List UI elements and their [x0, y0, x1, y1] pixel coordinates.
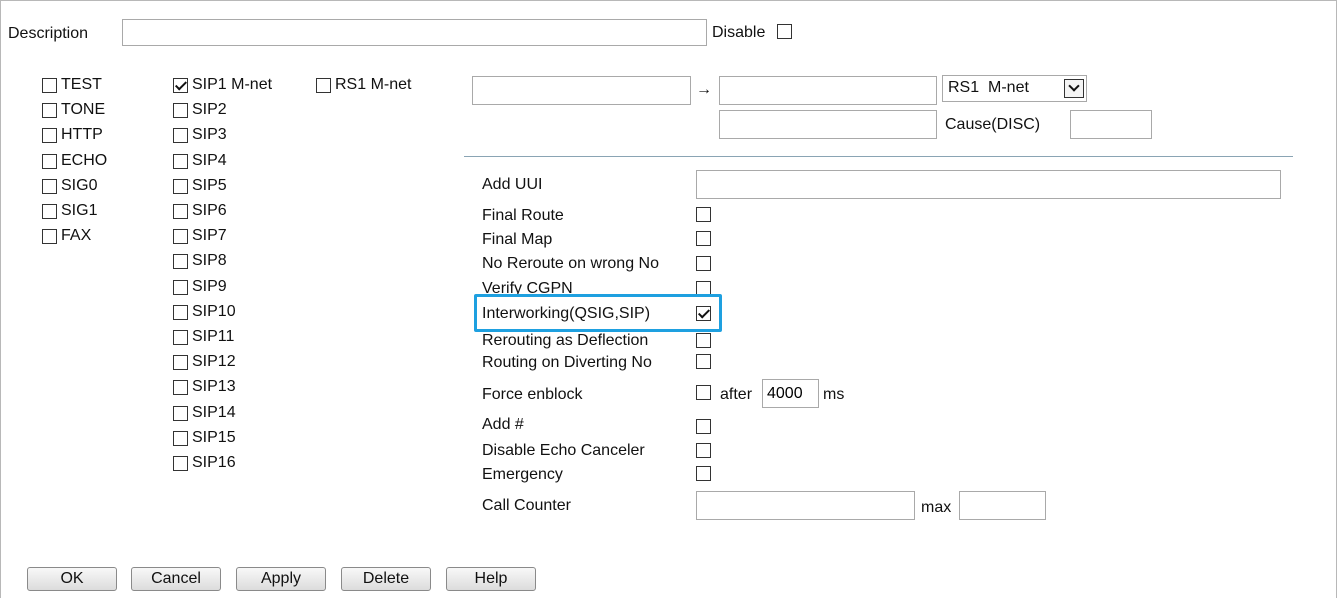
call-counter-label: Call Counter — [482, 497, 571, 514]
sip-label: SIP2 — [192, 101, 227, 119]
routing-diverting-checkbox[interactable] — [696, 354, 711, 369]
max-input[interactable] — [959, 491, 1046, 520]
sip-checkbox[interactable] — [173, 204, 188, 219]
final-map-checkbox[interactable] — [696, 231, 711, 246]
description-input[interactable] — [122, 19, 707, 46]
cause-input[interactable] — [719, 110, 937, 139]
final-map-label: Final Map — [482, 231, 553, 248]
max-label: max — [921, 499, 952, 516]
chevron-down-icon[interactable] — [1064, 79, 1084, 98]
cause-disc-input[interactable] — [1070, 110, 1152, 139]
sip-checkbox[interactable] — [173, 330, 188, 345]
sip-checkbox[interactable] — [173, 430, 188, 446]
interface-select-value: RS1 M-net — [948, 79, 1029, 96]
sip-label: SIP9 — [192, 277, 227, 295]
description-label: Description — [8, 25, 89, 42]
disable-echo-checkbox[interactable] — [696, 443, 711, 458]
sip-label: SIP16 — [192, 454, 236, 471]
to-number-input[interactable] — [719, 76, 937, 105]
force-enblock-label: Force enblock — [482, 386, 583, 403]
sip-checkbox[interactable] — [173, 229, 188, 245]
sip-label: SIP4 — [192, 151, 227, 169]
from-number-input[interactable] — [472, 76, 691, 105]
rs1-label: RS1 M-net — [335, 76, 412, 93]
sip-label: SIP1 M-net — [192, 76, 273, 93]
service-label: FAX — [61, 227, 92, 245]
sip-label: SIP5 — [192, 176, 227, 194]
delete-button[interactable]: Delete — [341, 567, 431, 591]
ms-label: ms — [823, 386, 845, 403]
sip-checkbox[interactable] — [173, 304, 188, 320]
sip-checkbox[interactable] — [173, 178, 188, 194]
call-counter-input[interactable] — [696, 491, 915, 520]
add-hash-checkbox[interactable] — [696, 419, 711, 434]
service-checkbox[interactable] — [42, 153, 57, 169]
final-route-checkbox[interactable] — [696, 207, 711, 222]
disable-label: Disable — [712, 24, 766, 41]
add-uui-input[interactable] — [696, 170, 1281, 199]
service-label: TONE — [61, 101, 106, 119]
service-label: SIG0 — [61, 176, 98, 194]
arrow-icon: → — [696, 81, 712, 98]
routing-diverting-label: Routing on Diverting No — [482, 354, 652, 371]
service-label: SIG1 — [61, 202, 98, 219]
sip-label: SIP10 — [192, 302, 236, 320]
sip-label: SIP8 — [192, 252, 227, 270]
sip-checkbox[interactable] — [173, 254, 188, 270]
sip-checkbox[interactable] — [173, 380, 188, 396]
sip-label: SIP15 — [192, 428, 236, 446]
apply-button[interactable]: Apply — [236, 567, 326, 591]
after-input[interactable] — [762, 379, 819, 408]
help-button[interactable]: Help — [446, 567, 536, 591]
sip-label: SIP14 — [192, 403, 236, 421]
sip-label: SIP7 — [192, 227, 227, 245]
service-label: HTTP — [61, 126, 103, 144]
disable-checkbox[interactable] — [777, 24, 792, 39]
rerouting-deflection-label: Rerouting as Deflection — [482, 332, 649, 349]
sip-checkbox[interactable] — [173, 405, 188, 421]
sip-label: SIP3 — [192, 126, 227, 144]
service-checkbox[interactable] — [42, 128, 57, 144]
service-checkbox[interactable] — [42, 204, 57, 219]
sip-checkbox[interactable] — [173, 456, 188, 471]
force-enblock-checkbox[interactable] — [696, 385, 711, 400]
service-checkbox[interactable] — [42, 78, 57, 93]
service-checkbox[interactable] — [42, 103, 57, 119]
sip-label: SIP12 — [192, 353, 236, 371]
emergency-label: Emergency — [482, 466, 563, 483]
sip-label: SIP6 — [192, 202, 227, 219]
after-label: after — [720, 386, 753, 403]
add-hash-label: Add # — [482, 416, 524, 433]
rerouting-deflection-checkbox[interactable] — [696, 333, 711, 348]
no-reroute-label: No Reroute on wrong No — [482, 255, 659, 272]
emergency-checkbox[interactable] — [696, 466, 711, 481]
sip-checkbox[interactable] — [173, 128, 188, 144]
rs1-checkbox[interactable] — [316, 78, 331, 93]
service-checkbox[interactable] — [42, 229, 57, 245]
disable-echo-label: Disable Echo Canceler — [482, 442, 645, 459]
add-uui-label: Add UUI — [482, 176, 543, 193]
sip-checkbox[interactable] — [173, 153, 188, 169]
ok-button[interactable]: OK — [27, 567, 117, 591]
cancel-button[interactable]: Cancel — [131, 567, 221, 591]
service-checkbox[interactable] — [42, 178, 57, 194]
interface-select[interactable]: RS1 M-net — [942, 75, 1087, 102]
sip-checkbox[interactable] — [173, 78, 188, 93]
interworking-highlight — [474, 294, 722, 332]
cause-disc-label: Cause(DISC) — [945, 116, 1041, 133]
service-label: ECHO — [61, 151, 108, 169]
sip-checkbox[interactable] — [173, 355, 188, 371]
section-divider — [464, 156, 1293, 157]
final-route-label: Final Route — [482, 207, 564, 224]
sip-label: SIP13 — [192, 378, 236, 396]
sip-label: SIP11 — [192, 328, 235, 345]
service-label: TEST — [61, 76, 102, 93]
sip-checkbox[interactable] — [173, 279, 188, 295]
no-reroute-checkbox[interactable] — [696, 256, 711, 271]
sip-checkbox[interactable] — [173, 103, 188, 119]
